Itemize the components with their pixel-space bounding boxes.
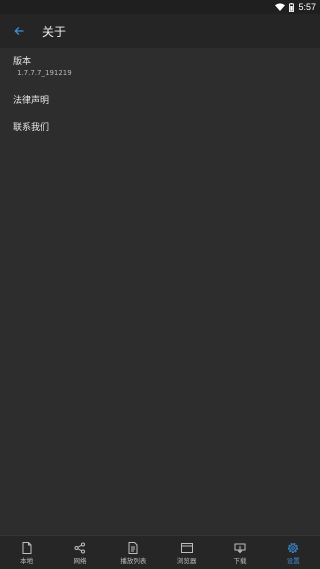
nav-label-network: 网络 bbox=[73, 556, 87, 565]
nav-label-local: 本地 bbox=[20, 556, 34, 565]
app-bar: 关于 bbox=[0, 14, 320, 48]
status-time: 5:57 bbox=[298, 2, 316, 12]
nav-item-download[interactable]: 下载 bbox=[213, 536, 266, 569]
legal-notice-label: 法律声明 bbox=[13, 95, 50, 106]
download-icon bbox=[234, 543, 246, 553]
page-title: 关于 bbox=[42, 24, 67, 39]
nav-label-browser: 浏览器 bbox=[176, 556, 197, 565]
playlist-icon bbox=[128, 541, 138, 554]
wifi-icon bbox=[275, 3, 286, 11]
version-label: 版本 bbox=[13, 57, 32, 67]
nav-item-settings[interactable]: 设置 bbox=[267, 536, 320, 569]
about-list: 版本 1.7.7.7_191219 法律声明 联系我们 bbox=[0, 48, 320, 141]
file-icon bbox=[22, 541, 32, 554]
nav-item-playlist[interactable]: 播放列表 bbox=[107, 536, 160, 569]
gear-icon bbox=[288, 542, 299, 553]
contact-us-label: 联系我们 bbox=[13, 122, 50, 133]
arrow-left-icon bbox=[14, 27, 24, 35]
version-item[interactable]: 版本 1.7.7.7_191219 bbox=[0, 48, 320, 82]
legal-notice-item[interactable]: 法律声明 bbox=[0, 87, 320, 114]
contact-us-item[interactable]: 联系我们 bbox=[0, 114, 320, 141]
nav-item-network[interactable]: 网络 bbox=[53, 536, 106, 569]
nav-item-browser[interactable]: 浏览器 bbox=[160, 536, 213, 569]
battery-icon bbox=[289, 2, 295, 12]
back-button[interactable] bbox=[0, 14, 38, 48]
nav-item-local[interactable]: 本地 bbox=[0, 536, 53, 569]
version-value: 1.7.7.7_191219 bbox=[17, 69, 72, 77]
nav-label-download: 下载 bbox=[233, 556, 247, 565]
nav-label-playlist: 播放列表 bbox=[120, 556, 147, 565]
share-icon bbox=[74, 542, 85, 553]
status-bar: 5:57 bbox=[0, 0, 320, 14]
browser-icon bbox=[180, 542, 193, 553]
nav-label-settings: 设置 bbox=[286, 556, 300, 565]
bottom-nav: 本地 网络 播放列表 浏览器 下载 设置 bbox=[0, 535, 320, 569]
